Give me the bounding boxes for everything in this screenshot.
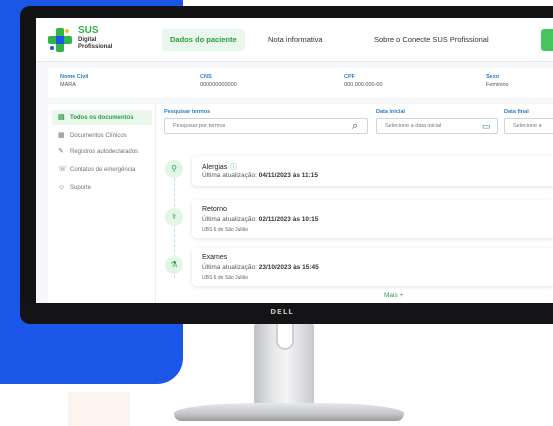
check-circle-icon: ⓘ [230,164,238,171]
field-value: 000000000000 [200,82,237,88]
start-date-input[interactable]: Selecione a data inicial [376,118,498,134]
monitor-brand-logo: DELL [270,308,294,316]
field-value: 000.000.000-00 [344,82,383,88]
sidebar: ▤ Todos os documentos ▦ Documentos Clínico… [48,104,156,303]
card-place: UBS 6 de São Julião [202,275,249,281]
search-input[interactable]: Pesquisar por termos [164,118,368,134]
search-label: Pesquisar termos [164,109,211,115]
sidebar-item-label: Suporte [70,185,92,191]
patient-name-field: Nome Civil MARA [60,74,88,88]
sus-logo[interactable]: SUS Digital Profissional [48,26,128,54]
sidebar-item-label: Todos os documentos [70,115,134,121]
sidebar-item-contatos-emergencia[interactable]: ☏ Contatos de emergência [52,162,152,177]
sidebar-item-suporte[interactable]: ☺ Suporte [52,180,152,195]
exam-icon: ⚗ [165,256,183,274]
end-date-input[interactable]: Selecione a [504,118,553,134]
field-value: MARA [60,82,76,88]
return-icon: ⚕ [165,208,183,226]
monitor-stand-hole [276,324,294,350]
field-label: CNS [200,74,212,80]
patient-cpf-field: CPF 000.000.000-00 [344,74,383,88]
timeline-card-retorno[interactable]: Retorno Última atualização: 02/11/2023 à… [192,200,553,238]
more-button[interactable]: Mais + [384,292,403,299]
tab-dados-do-paciente[interactable]: Dados do paciente [162,29,245,51]
card-update: Última atualização: 02/11/2023 às 10:15 [202,216,319,223]
patient-info-bar: Nome Civil MARA CNS 000000000000 CPF 000… [48,68,553,98]
timeline-card-exames[interactable]: Exames Última atualização: 23/10/2023 às… [192,248,553,286]
calendar-icon[interactable]: ▭ [482,118,491,134]
monitor-screen: SUS Digital Profissional Dados do pacien… [36,18,553,303]
phone-icon: ☏ [58,166,67,173]
documents-icon: ▤ [58,114,65,121]
top-navigation-bar: SUS Digital Profissional Dados do pacien… [36,18,553,62]
card-title: Retorno [202,206,227,213]
main-content: Pesquisar termos Data inicial Data final… [156,104,553,303]
allergy-icon: ⚲ [165,160,183,178]
card-place: UBS 6 de São Julião [202,227,249,233]
sidebar-item-label: Documentos Clínicos [70,133,127,139]
search-icon[interactable]: ⌕ [352,118,358,134]
card-update: Última atualização: 04/11/2023 às 11:15 [202,172,319,179]
field-label: Nome Civil [60,74,89,80]
tab-sobre-conecte-sus[interactable]: Sobre o Conecte SUS Profissional [374,29,489,51]
support-icon: ☺ [58,184,66,191]
logo-subtitle-2: Profissional [78,44,113,50]
field-value: Feminino [486,82,509,88]
patient-cns-field: CNS 000000000000 [200,74,237,88]
card-title: Exames [202,254,228,261]
card-update: Última atualização: 23/10/2023 às 15:45 [202,264,319,271]
clinical-doc-icon: ▦ [58,132,65,139]
monitor-base [174,403,404,421]
patient-sex-field: Sexo Feminino [486,74,509,88]
field-label: Sexo [486,74,500,80]
sidebar-item-label: Registros autodeclarados [70,149,139,155]
sidebar-item-documentos-clinicos[interactable]: ▦ Documentos Clínicos [52,128,152,143]
end-date-label: Data final [504,109,529,115]
logo-subtitle-1: Digital [78,37,97,43]
logo-title: SUS [78,25,99,36]
sidebar-item-label: Contatos de emergência [70,167,136,173]
tab-nota-informativa[interactable]: Nota informativa [268,29,323,51]
sus-cross-icon [48,28,72,52]
start-date-label: Data inicial [376,109,406,115]
sidebar-item-registros-autodeclarados[interactable]: ✎ Registros autodeclarados [52,144,152,159]
sidebar-item-todos-documentos[interactable]: ▤ Todos os documentos [52,110,152,125]
action-button-edge[interactable] [541,29,553,51]
self-declared-icon: ✎ [58,148,64,155]
card-title: Alergias ⓘ [202,164,238,171]
field-label: CPF [344,74,355,80]
pink-background-shape [68,392,130,426]
timeline-card-alergias[interactable]: Alergias ⓘ Última atualização: 04/11/2023… [192,156,553,186]
